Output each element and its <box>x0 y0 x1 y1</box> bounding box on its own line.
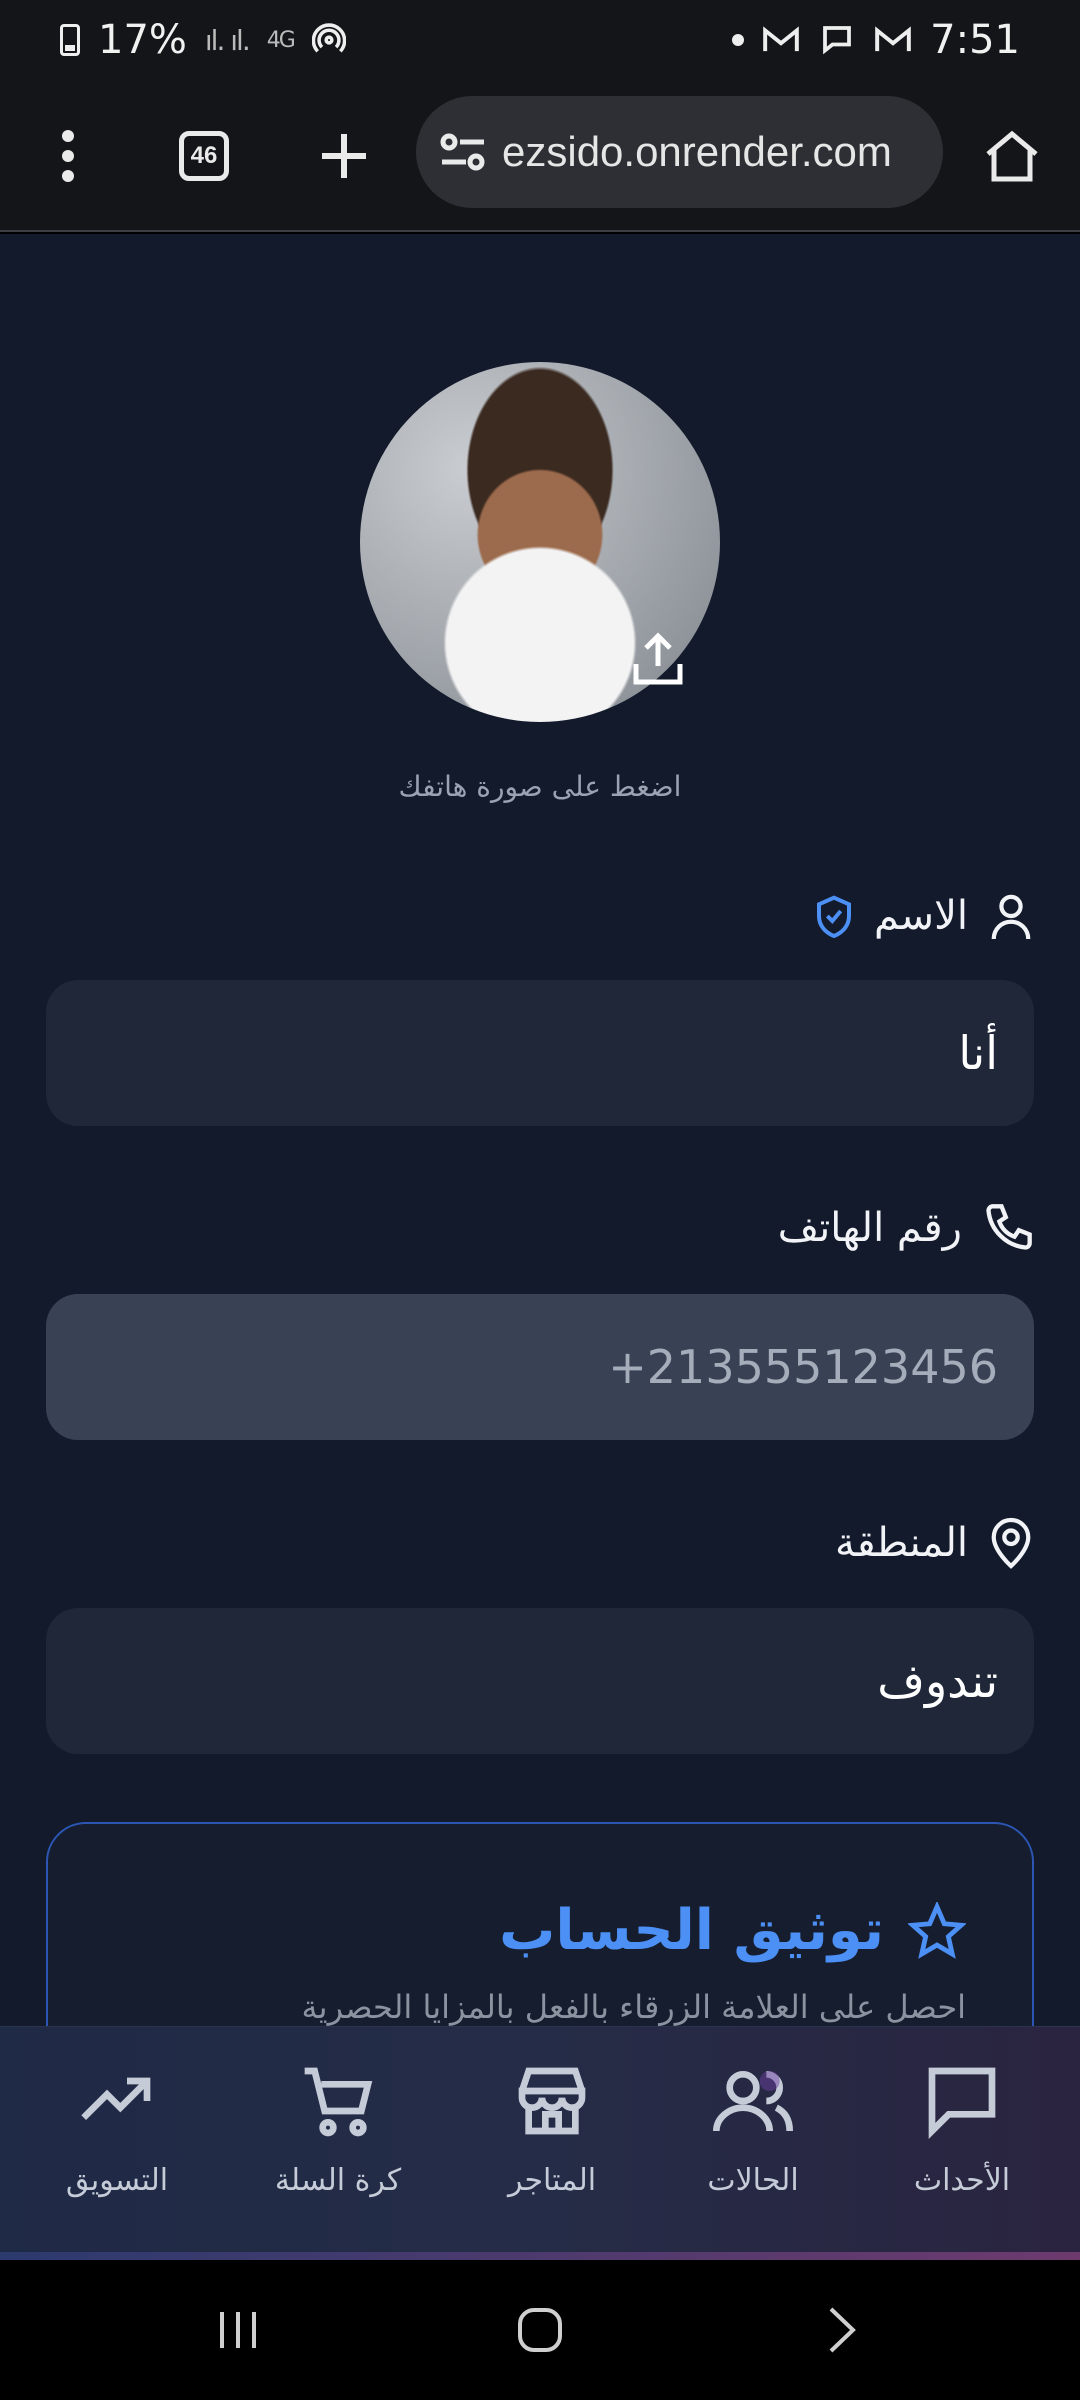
status-right: 7:51 <box>732 17 1020 63</box>
region-label: المنطقة <box>835 1520 968 1566</box>
gmail-icon-2 <box>875 26 911 52</box>
home-icon <box>986 130 1038 182</box>
battery-icon <box>60 24 80 56</box>
star-icon <box>908 1901 966 1959</box>
location-pin-icon <box>991 1517 1031 1569</box>
tab-count: 46 <box>179 131 229 181</box>
verify-title: توثيق الحساب <box>499 1898 884 1963</box>
status-bar: 17% ıl. ıl. 4G 7:51 <box>0 0 1080 80</box>
nav-label-stores: المتاجر <box>507 2163 597 2198</box>
store-icon <box>518 2067 586 2135</box>
nav-item-stores[interactable]: المتاجر <box>452 2061 652 2198</box>
trending-icon <box>81 2077 151 2121</box>
address-bar[interactable]: ezsido.onrender.com <box>416 96 943 208</box>
users-icon <box>713 2071 793 2132</box>
phone-input[interactable]: +213555123456 <box>46 1294 1034 1440</box>
menu-button[interactable] <box>30 80 106 232</box>
messenger-icon <box>823 26 852 55</box>
nav-label-statuses: الحالات <box>707 2163 799 2198</box>
tabs-button[interactable]: 46 <box>164 80 244 232</box>
verified-shield-icon <box>816 895 851 938</box>
nav-label-events: الأحداث <box>913 2163 1011 2198</box>
user-icon <box>991 894 1031 940</box>
verify-subtitle: احصل على العلامة الزرقاء بالفعل بالمزايا… <box>301 1988 967 2026</box>
home-circle-icon <box>518 2308 562 2352</box>
plus-icon <box>322 134 366 178</box>
url-text: ezsido.onrender.com <box>502 128 892 175</box>
name-label: الاسم <box>873 893 968 939</box>
hotspot-icon <box>311 23 346 53</box>
phone-label-row: رقم الهاتف <box>778 1202 1034 1254</box>
cart-icon <box>304 2067 373 2137</box>
notification-dot-icon <box>732 34 745 46</box>
home-button[interactable] <box>976 80 1048 232</box>
nav-label-cart: كرة السلة <box>274 2163 402 2198</box>
upload-icon[interactable] <box>628 630 688 690</box>
more-vert-icon <box>62 130 74 182</box>
battery-percent: 17% <box>98 17 187 63</box>
new-tab-button[interactable] <box>304 80 384 232</box>
avatar-hint: اضغط على صورة هاتفك <box>398 770 682 803</box>
profile-page: اضغط على صورة هاتفك الاسم أنا رقم الهاتف… <box>0 234 1080 2026</box>
recents-icon <box>220 2312 256 2348</box>
network-type: 4G <box>266 27 296 53</box>
nav-label-marketing: التسويق <box>65 2163 169 2198</box>
name-input[interactable]: أنا <box>46 980 1034 1126</box>
gmail-icon <box>763 26 799 52</box>
verify-account-card[interactable]: توثيق الحساب احصل على العلامة الزرقاء با… <box>46 1822 1034 2026</box>
nav-item-marketing[interactable]: التسويق <box>17 2061 217 2198</box>
nav-item-cart[interactable]: كرة السلة <box>238 2061 438 2198</box>
clock: 7:51 <box>930 17 1020 63</box>
site-settings-icon <box>440 133 485 171</box>
phone-label: رقم الهاتف <box>777 1205 962 1251</box>
status-left: 17% ıl. ıl. 4G <box>60 17 346 63</box>
region-input[interactable]: تندوف <box>46 1608 1034 1754</box>
chat-icon <box>928 2067 996 2140</box>
back-button[interactable] <box>762 2260 922 2400</box>
avatar-uploader[interactable] <box>360 362 720 722</box>
bottom-nav: التسويق كرة السلة المتاجر الحالات الأحدا… <box>0 2026 1080 2260</box>
name-label-row: الاسم <box>814 890 1034 942</box>
verify-title-row: توثيق الحساب <box>499 1898 966 1963</box>
region-label-row: المنطقة <box>835 1516 1034 1570</box>
browser-toolbar: 46 ezsido.onrender.com <box>0 80 1080 232</box>
nav-item-events[interactable]: الأحداث <box>862 2061 1062 2198</box>
signal-icon: ıl. ıl. <box>204 23 251 57</box>
home-nav-button[interactable] <box>460 2260 620 2400</box>
chevron-right-icon <box>829 2307 856 2353</box>
system-nav-bar <box>0 2260 1080 2400</box>
recents-button[interactable] <box>158 2260 318 2400</box>
phone-icon <box>986 1204 1032 1250</box>
nav-item-statuses[interactable]: الحالات <box>653 2061 853 2198</box>
